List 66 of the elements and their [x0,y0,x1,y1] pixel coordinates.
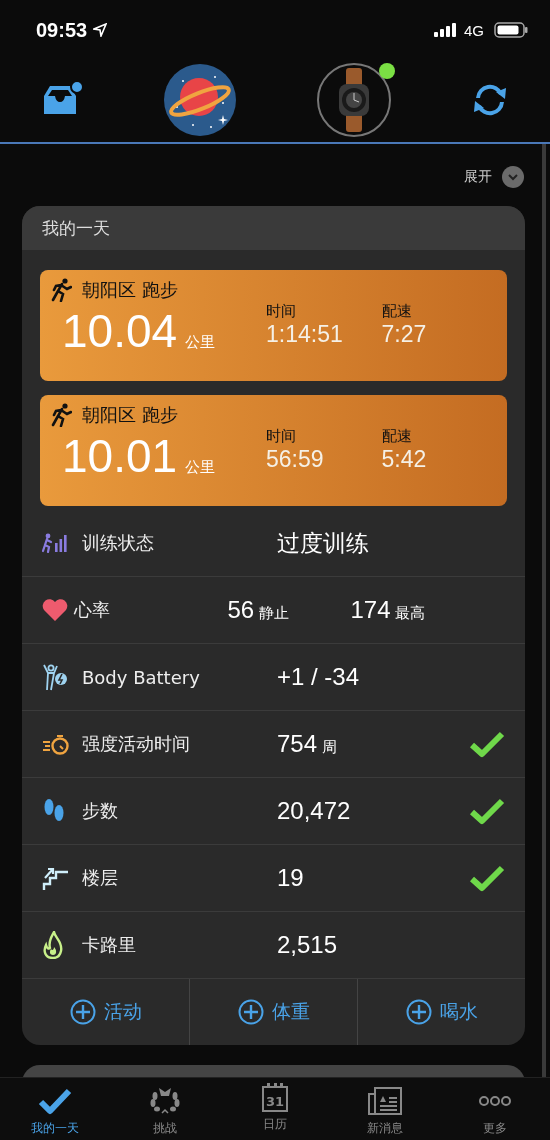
distance-value: 10.01 [62,433,178,479]
expand-button[interactable]: 展开 [464,168,492,186]
plus-icon [69,999,96,1025]
add-button[interactable]: 活动 [22,979,190,1045]
metric-value: 754 [277,730,318,758]
metric-value: 过度训练 [277,528,369,558]
metric-value: 56 [227,596,255,624]
time-value: 1:14:51 [266,321,344,348]
activity-title: 朝阳区 跑步 [82,403,178,427]
network-label: 4G [464,21,484,39]
metric-value: 20,472 [277,797,351,825]
tab[interactable]: 我的一天 [0,1078,110,1140]
metric-value: 19 [277,864,304,892]
metric-unit: 静止 [259,604,290,623]
tab[interactable]: 更多 [440,1078,550,1140]
calendar-icon: 31 [262,1086,288,1112]
metric-label: 卡路里 [82,933,137,957]
chevron-down-icon[interactable] [502,166,524,188]
metric-label: 训练状态 [82,531,155,555]
runner-bars-icon [42,533,68,553]
signal-icon [434,23,458,37]
tab[interactable]: 31 日历 [220,1078,330,1140]
flame-icon [42,931,64,959]
metric-label: 心率 [73,598,111,622]
pace-label: 配速 [381,302,413,321]
tab[interactable]: 挑战 [110,1078,220,1140]
footprints-icon [42,798,66,824]
runner-icon [50,403,72,427]
activity-card[interactable]: 朝阳区 跑步 10.04 公里 时间 1:14:51 配速 7:27 [40,270,507,381]
activity-card[interactable]: 朝阳区 跑步 10.01 公里 时间 56:59 配速 5:42 [40,395,507,506]
metric-label: Body Battery [82,666,201,688]
battery-icon [494,22,528,38]
plus-icon [405,999,432,1025]
metric-unit: 周 [322,738,338,757]
runner-icon [50,278,72,302]
add-button[interactable]: 喝水 [358,979,525,1045]
metric-label: 楼层 [82,866,119,890]
distance-unit: 公里 [185,458,216,477]
metric-label: 强度活动时间 [82,732,191,756]
activity-title: 朝阳区 跑步 [82,278,178,302]
metric-value: +1 / -34 [277,663,360,691]
time-label: 时间 [266,302,298,321]
card-title: 我的一天 [22,206,525,250]
checkmark-icon [37,1086,73,1116]
add-button[interactable]: 体重 [190,979,358,1045]
heart-icon [42,599,68,621]
pace-label: 配速 [381,427,413,446]
plus-icon [237,999,264,1025]
pace-value: 5:42 [381,446,428,473]
stopwatch-icon [42,733,70,755]
planet-avatar-icon[interactable] [163,63,238,137]
figure-bolt-icon [42,663,68,691]
status-time: 09:53 [36,18,88,42]
pace-value: 7:27 [381,321,428,348]
tab[interactable]: 新消息 [330,1078,440,1140]
metric-value: 174 [350,596,391,624]
time-label: 时间 [266,427,298,446]
distance-value: 10.04 [62,308,178,354]
metric-value: 2,515 [277,931,338,959]
metric-label: 步数 [82,799,119,823]
metric-unit: 最高 [395,604,426,623]
time-value: 56:59 [266,446,325,473]
distance-unit: 公里 [185,333,216,352]
stairs-icon [42,865,70,891]
newspaper-icon [367,1086,403,1116]
location-arrow-icon [93,23,108,37]
